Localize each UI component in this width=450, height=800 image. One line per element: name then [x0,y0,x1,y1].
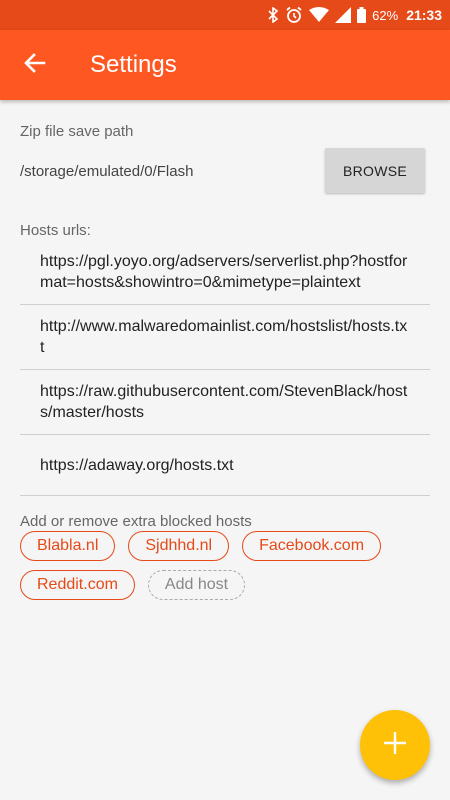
zip-path-value: /storage/emulated/0/Flash [20,163,194,180]
add-fab-button[interactable] [360,710,430,780]
extra-hosts-label: Add or remove extra blocked hosts [20,513,252,530]
host-url-item[interactable]: https://pgl.yoyo.org/adservers/serverlis… [20,240,430,305]
host-chip[interactable]: Facebook.com [242,531,382,561]
wifi-icon [309,7,330,23]
hosts-urls-label: Hosts urls: [20,222,91,239]
app-bar: Settings [0,30,450,100]
browse-button[interactable]: BROWSE [325,148,425,193]
page-title: Settings [90,51,177,78]
back-button[interactable] [0,30,70,100]
add-host-chip[interactable]: Add host [147,570,246,600]
status-bar: 62% 21:33 [0,0,450,30]
host-chip[interactable]: Sjdhhd.nl [128,531,230,561]
host-chip[interactable]: Blabla.nl [20,531,116,561]
host-url-text: http://www.malwaredomainlist.com/hostsli… [40,318,408,356]
battery-icon [357,7,367,23]
host-url-item[interactable]: http://www.malwaredomainlist.com/hostsli… [20,305,430,370]
hosts-url-list: https://pgl.yoyo.org/adservers/serverlis… [20,240,430,496]
host-url-text: https://adaway.org/hosts.txt [40,456,234,474]
plus-icon [382,730,408,761]
host-url-item[interactable]: https://adaway.org/hosts.txt [20,435,430,496]
host-url-text: https://pgl.yoyo.org/adservers/serverlis… [40,253,408,291]
clock: 21:33 [406,7,442,23]
extra-hosts-chips: Blabla.nl Sjdhhd.nl Facebook.com Reddit.… [20,531,440,600]
battery-percent: 62% [372,7,399,23]
host-url-item[interactable]: https://raw.githubusercontent.com/Steven… [20,370,430,435]
bluetooth-icon [267,7,279,23]
alarm-icon [285,6,303,24]
arrow-back-icon [24,52,46,79]
host-url-text: https://raw.githubusercontent.com/Steven… [40,383,408,421]
signal-icon [335,7,352,23]
host-chip[interactable]: Reddit.com [20,570,135,600]
zip-path-label: Zip file save path [20,123,134,140]
